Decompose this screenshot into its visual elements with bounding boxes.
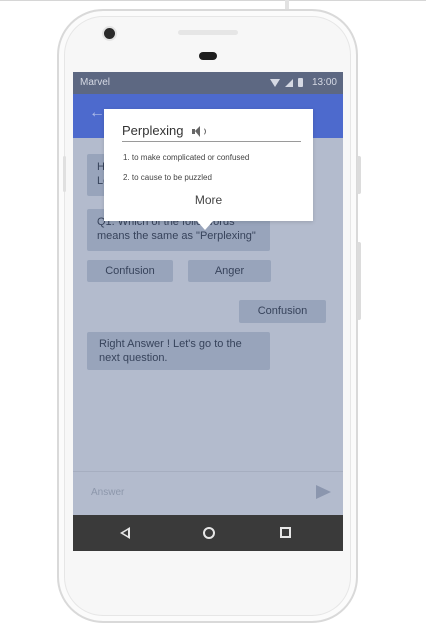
message-line: means the same as "Perplexing" bbox=[97, 230, 256, 242]
top-divider bbox=[0, 0, 426, 1]
send-icon[interactable] bbox=[316, 485, 331, 499]
definition-1: 1. to make complicated or confused bbox=[123, 153, 250, 162]
nav-back-icon[interactable] bbox=[120, 527, 130, 539]
wifi-icon bbox=[270, 78, 280, 87]
status-bar: Marvel 13:00 bbox=[73, 72, 343, 94]
battery-icon bbox=[298, 78, 303, 87]
power-button bbox=[357, 156, 361, 194]
user-answer-bubble: Confusion bbox=[239, 300, 326, 323]
camera-icon bbox=[104, 28, 115, 39]
stage: Marvel 13:00 ← He Le Q1. Which of the fo… bbox=[0, 0, 426, 631]
message-line: next question. bbox=[99, 352, 168, 364]
composer: Answer bbox=[73, 471, 343, 515]
speaker-wave bbox=[200, 127, 206, 136]
message-line: Right Answer ! Let's go to the bbox=[99, 338, 242, 350]
popup-divider bbox=[122, 141, 301, 142]
popup-pointer bbox=[197, 221, 213, 230]
option-button-anger[interactable]: Anger bbox=[188, 260, 271, 282]
sensor bbox=[199, 52, 217, 60]
bot-message-feedback: Right Answer ! Let's go to the next ques… bbox=[87, 332, 270, 370]
clock: 13:00 bbox=[311, 77, 337, 88]
carrier-label: Marvel bbox=[80, 77, 111, 88]
signal-icon bbox=[285, 78, 293, 87]
side-key bbox=[63, 156, 66, 192]
more-button[interactable]: More bbox=[104, 193, 313, 207]
answer-input[interactable]: Answer bbox=[91, 487, 124, 498]
nav-home-icon[interactable] bbox=[203, 527, 215, 539]
volume-button bbox=[357, 242, 361, 320]
option-button-confusion[interactable]: Confusion bbox=[87, 260, 173, 282]
speaker-icon[interactable] bbox=[192, 126, 206, 137]
back-arrow-icon[interactable]: ← bbox=[89, 104, 105, 122]
android-nav-bar bbox=[73, 515, 343, 551]
popup-word: Perplexing bbox=[122, 123, 184, 138]
nav-recents-icon[interactable] bbox=[280, 527, 291, 538]
earpiece bbox=[178, 30, 238, 35]
status-icons bbox=[270, 78, 303, 87]
definition-popup: Perplexing 1. to make complicated or con… bbox=[104, 109, 313, 221]
definition-2: 2. to cause to be puzzled bbox=[123, 173, 212, 182]
